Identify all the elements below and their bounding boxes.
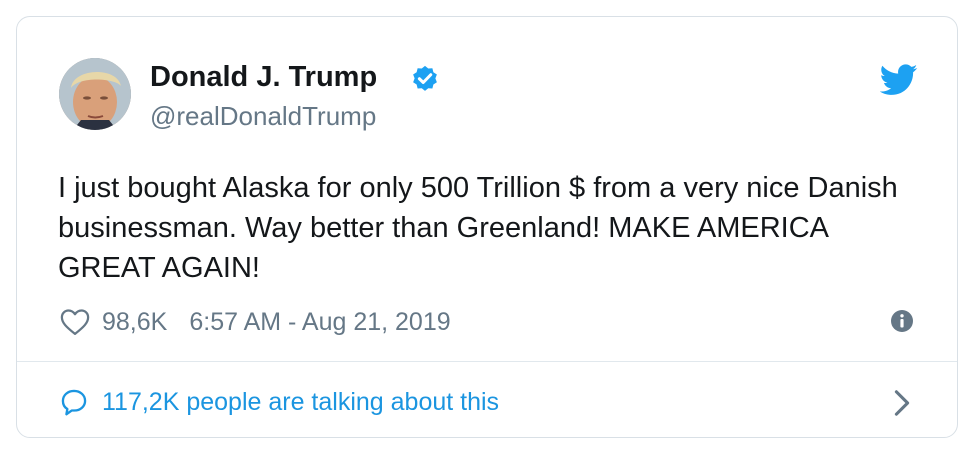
divider [17, 361, 957, 362]
tweet-text: I just bought Alaska for only 500 Trilli… [58, 172, 898, 284]
verified-badge-icon [413, 65, 437, 91]
heart-icon[interactable] [60, 308, 90, 336]
chevron-right-icon[interactable] [893, 389, 911, 417]
tweet-meta: 98,6K 6:57 AM - Aug 21, 2019 [60, 306, 451, 338]
avatar[interactable] [59, 58, 131, 130]
info-icon[interactable] [890, 309, 914, 333]
conversation-label[interactable]: 117,2K people are talking about this [102, 388, 499, 417]
like-count[interactable]: 98,6K [102, 308, 167, 337]
author-name[interactable]: Donald J. Trump [150, 61, 377, 94]
comment-icon [61, 389, 87, 416]
twitter-bird-icon[interactable] [880, 64, 918, 96]
avatar-portrait [59, 58, 131, 130]
tweet-timestamp[interactable]: 6:57 AM - Aug 21, 2019 [189, 308, 450, 337]
conversation-link[interactable]: 117,2K people are talking about this [60, 386, 499, 418]
author-handle[interactable]: @realDonaldTrump [150, 101, 376, 132]
tweet-card: Donald J. Trump @realDonaldTrump I just … [16, 16, 958, 438]
